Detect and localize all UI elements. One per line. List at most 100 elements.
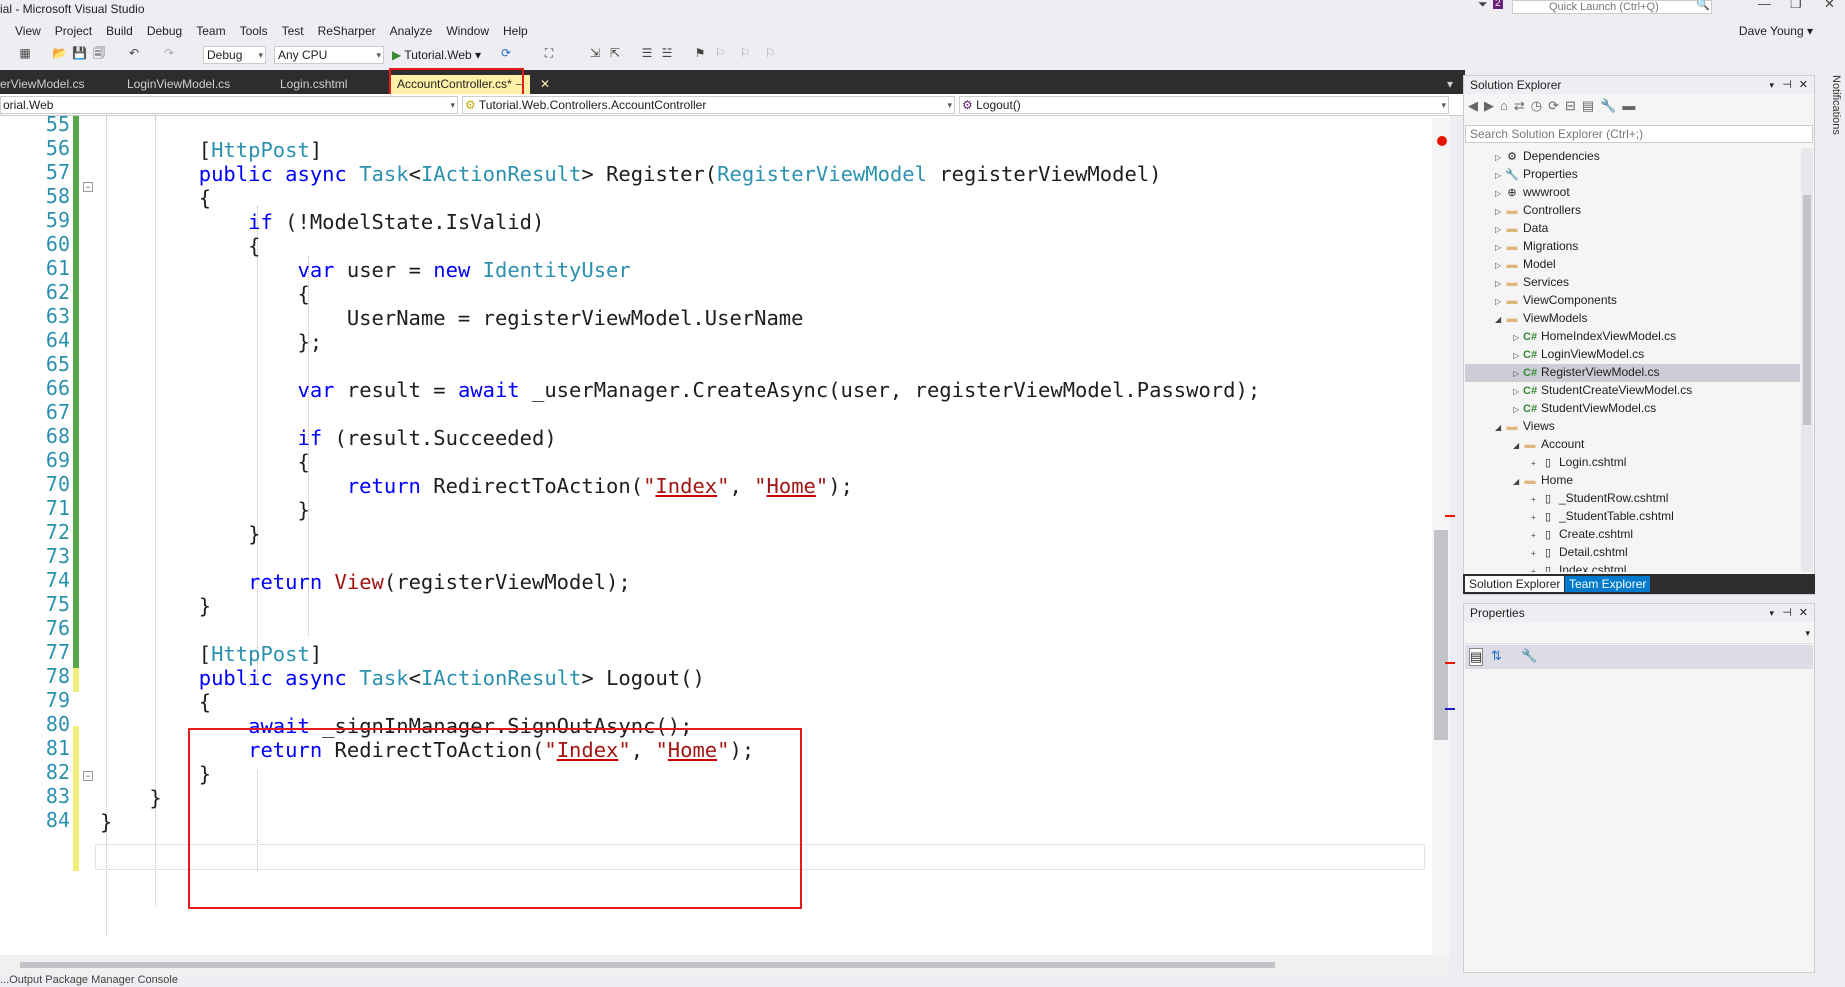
panel-menu-icon[interactable]: ▾ <box>1769 604 1774 622</box>
save-icon[interactable]: 💾 <box>72 46 87 60</box>
tree-item[interactable]: + ▯ _StudentRow.cshtml <box>1465 490 1800 508</box>
comment-icon[interactable]: ☰ <box>640 46 654 60</box>
tab-solution-explorer[interactable]: Solution Explorer <box>1465 576 1565 592</box>
clear-bookmarks-icon[interactable]: ⚐ <box>763 46 777 60</box>
save-all-icon[interactable]: 🗐 <box>92 46 106 60</box>
add-icon[interactable]: + <box>1531 455 1541 472</box>
add-icon[interactable]: + <box>1531 491 1541 508</box>
close-tab-icon[interactable]: ✕ <box>540 75 550 94</box>
close-panel-icon[interactable]: ✕ <box>1799 76 1808 94</box>
solution-explorer-search-input[interactable]: Search Solution Explorer (Ctrl+;) <box>1465 125 1813 143</box>
prev-bookmark-icon[interactable]: ⚐ <box>713 46 727 60</box>
collapsed-icon[interactable]: ▷ <box>1495 167 1505 184</box>
tree-item[interactable]: ▷ C# HomeIndexViewModel.cs <box>1465 328 1800 346</box>
menu-analyze[interactable]: Analyze <box>383 22 440 40</box>
panel-menu-icon[interactable]: ▾ <box>1769 76 1774 94</box>
add-icon[interactable]: + <box>1531 563 1541 572</box>
menu-tools[interactable]: Tools <box>233 22 275 40</box>
alphabetical-icon[interactable]: ⇅ <box>1491 648 1502 664</box>
collapse-region-icon[interactable]: − <box>83 771 93 781</box>
back-icon[interactable]: ◀ <box>1468 98 1484 113</box>
forward-icon[interactable]: ▶ <box>1484 98 1500 113</box>
open-file-icon[interactable]: 📂 <box>52 46 67 60</box>
notification-badge[interactable]: 2 <box>1493 0 1503 9</box>
collapsed-icon[interactable]: ▷ <box>1495 149 1505 166</box>
collapsed-icon[interactable]: ▷ <box>1513 347 1523 364</box>
menu-project[interactable]: Project <box>48 22 99 40</box>
pin-panel-icon[interactable]: ⊣ <box>1782 76 1792 94</box>
menu-resharper[interactable]: ReSharper <box>311 22 383 40</box>
collapsed-icon[interactable]: ▷ <box>1495 203 1505 220</box>
tree-item[interactable]: ◢ ▬ ViewModels <box>1465 310 1800 328</box>
tab-team-explorer[interactable]: Team Explorer <box>1565 576 1651 592</box>
uncomment-icon[interactable]: ☱ <box>660 46 674 60</box>
tree-item[interactable]: ▷ C# StudentCreateViewModel.cs <box>1465 382 1800 400</box>
new-project-icon[interactable]: ▦ <box>18 46 32 60</box>
menu-build[interactable]: Build <box>99 22 140 40</box>
tree-item[interactable]: + ▯ Create.cshtml <box>1465 526 1800 544</box>
collapsed-icon[interactable]: ▷ <box>1495 275 1505 292</box>
collapsed-icon[interactable]: ▷ <box>1495 293 1505 310</box>
collapsed-icon[interactable]: ▷ <box>1495 239 1505 256</box>
next-bookmark-icon[interactable]: ⚐ <box>738 46 752 60</box>
tree-scroll-thumb[interactable] <box>1803 195 1811 425</box>
collapsed-icon[interactable]: ▷ <box>1513 401 1523 418</box>
tree-item[interactable]: ▷ ▬ Controllers <box>1465 202 1800 220</box>
bookmark-icon[interactable]: ⚑ <box>693 46 707 60</box>
tree-item[interactable]: ▷ ▬ Services <box>1465 274 1800 292</box>
refresh-icon[interactable]: ⟳ <box>499 46 513 60</box>
step-over-icon[interactable]: ⇱ <box>608 46 622 60</box>
browser-link-icon[interactable]: ⛶ <box>542 46 556 60</box>
add-icon[interactable]: + <box>1531 545 1541 562</box>
tree-item[interactable]: ▷ 🔧 Properties <box>1465 166 1800 184</box>
properties-object-select[interactable]: ▾ <box>1466 626 1812 644</box>
tree-item[interactable]: + ▯ Index.cshtml <box>1465 562 1800 572</box>
menu-help[interactable]: Help <box>496 22 535 40</box>
collapsed-icon[interactable]: ▷ <box>1495 221 1505 238</box>
collapsed-icon[interactable]: ▷ <box>1495 185 1505 202</box>
menu-window[interactable]: Window <box>439 22 496 40</box>
collapsed-icon[interactable]: ▷ <box>1495 257 1505 274</box>
preview-icon[interactable]: ▬ <box>1622 98 1641 113</box>
history-icon[interactable]: ◷ <box>1531 98 1548 113</box>
tree-item[interactable]: ▷ ▬ ViewComponents <box>1465 292 1800 310</box>
menu-team[interactable]: Team <box>189 22 232 40</box>
notifications-tab[interactable]: Notifications <box>1822 75 1842 185</box>
collapsed-icon[interactable]: ▷ <box>1513 329 1523 346</box>
error-indicator-icon[interactable] <box>1437 136 1447 146</box>
horizontal-scroll-thumb[interactable] <box>20 962 1275 968</box>
tab-register-view-model[interactable]: erViewModel.cs <box>0 75 84 94</box>
expanded-icon[interactable]: ◢ <box>1495 311 1505 328</box>
tree-item[interactable]: ▷ ▬ Model <box>1465 256 1800 274</box>
tree-item[interactable]: ▷ C# StudentViewModel.cs <box>1465 400 1800 418</box>
tree-item[interactable]: + ▯ Detail.cshtml <box>1465 544 1800 562</box>
collapsed-icon[interactable]: ▷ <box>1513 365 1523 382</box>
tab-login-cshtml[interactable]: Login.cshtml <box>280 75 347 94</box>
sync-icon[interactable]: ⇄ <box>1514 98 1531 113</box>
tree-item[interactable]: ▷ ⊕ wwwroot <box>1465 184 1800 202</box>
property-pages-icon[interactable]: 🔧 <box>1521 648 1537 664</box>
status-text[interactable]: ...Output Package Manager Console <box>0 974 178 986</box>
expanded-icon[interactable]: ◢ <box>1513 473 1523 490</box>
step-icon[interactable]: ⇲ <box>588 46 602 60</box>
tree-item[interactable]: ▷ C# LoginViewModel.cs <box>1465 346 1800 364</box>
menu-test[interactable]: Test <box>275 22 311 40</box>
home-icon[interactable]: ⌂ <box>1500 98 1514 113</box>
user-account[interactable]: Dave Young ▾ <box>1739 24 1813 38</box>
filter-icon[interactable]: ⏷ <box>1478 0 1488 12</box>
menu-debug[interactable]: Debug <box>140 22 189 40</box>
tree-item[interactable]: ◢ ▬ Home <box>1465 472 1800 490</box>
project-dropdown[interactable]: orial.Web <box>0 96 458 114</box>
member-dropdown[interactable]: ⚙ Logout() <box>959 96 1449 114</box>
tree-item[interactable]: + ▯ Login.cshtml <box>1465 454 1800 472</box>
tree-item[interactable]: ▷ C# RegisterViewModel.cs <box>1465 364 1800 382</box>
tree-item[interactable]: ◢ ▬ Account <box>1465 436 1800 454</box>
menu-view[interactable]: View <box>0 22 48 40</box>
tree-item[interactable]: ▷ ▬ Data <box>1465 220 1800 238</box>
add-icon[interactable]: + <box>1531 509 1541 526</box>
solution-platform-select[interactable]: Any CPU <box>274 46 384 64</box>
add-icon[interactable]: + <box>1531 527 1541 544</box>
tree-item[interactable]: ▷ ▬ Migrations <box>1465 238 1800 256</box>
maximize-icon[interactable]: ❐ <box>1790 0 1802 12</box>
refresh-tree-icon[interactable]: ⟳ <box>1548 98 1565 113</box>
